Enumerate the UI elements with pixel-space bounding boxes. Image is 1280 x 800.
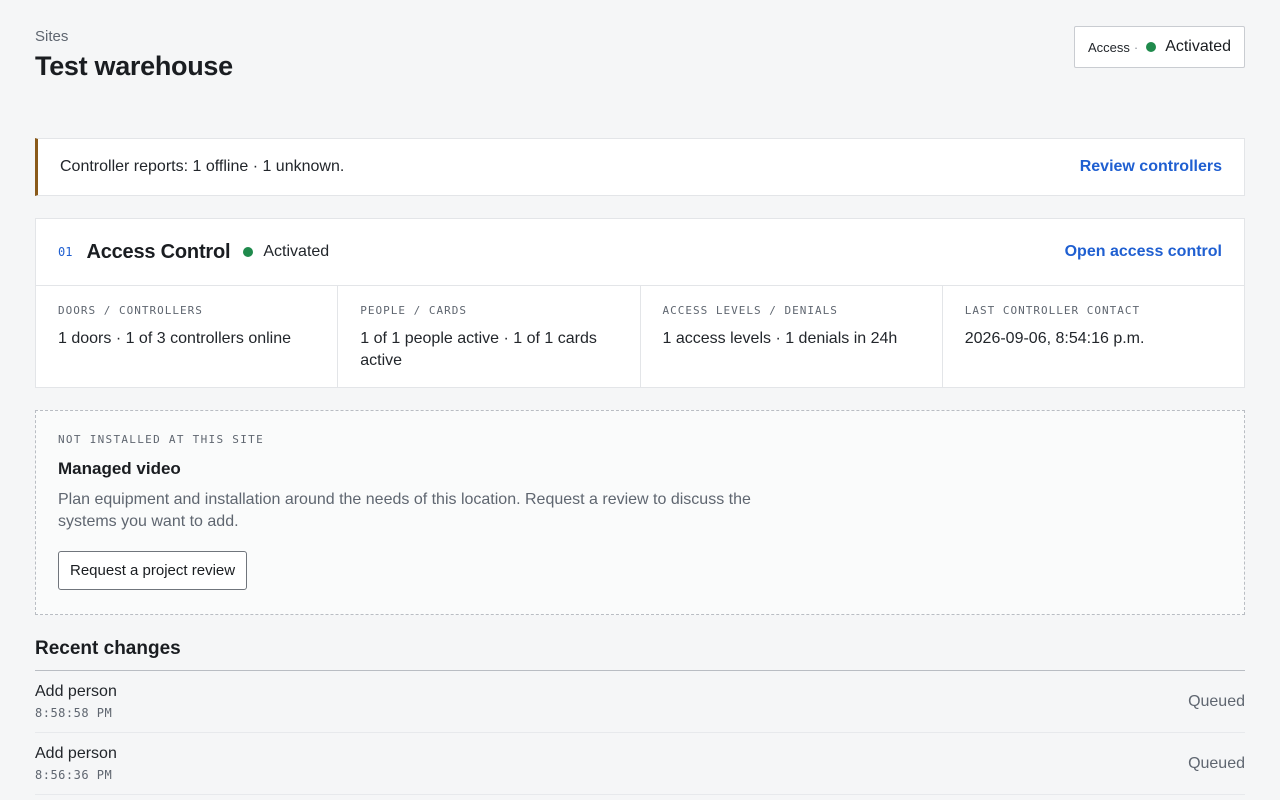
access-badge-status: Activated [1165,38,1231,55]
change-time: 8:58:58 PM [35,706,113,720]
access-badge-separator: · [1133,39,1139,55]
promo-eyebrow: NOT INSTALLED AT THIS SITE [58,433,264,446]
alert-message: Controller reports: 1 offline · 1 unknow… [60,158,345,175]
stat-value: 1 doors · 1 of 3 controllers online [58,330,292,347]
status-dot-icon [1146,42,1157,52]
access-status-badge: Access · Activated [1073,26,1245,68]
page-header: Sites Test warehouse Access · Activated [35,26,1245,88]
list-item[interactable]: Add person 8:58:58 PM Queued [35,671,1245,733]
stat-doors-controllers: DOORS / CONTROLLERS 1 doors · 1 of 3 con… [36,286,339,388]
access-control-title: Access Control [86,240,231,263]
recent-changes-title: Recent changes [35,638,1245,671]
access-control-header: 01 Access Control Activated Open access … [36,219,1244,286]
stat-value: 2026-09-06, 8:54:16 p.m. [964,330,1145,347]
breadcrumb[interactable]: Sites [35,28,1245,45]
access-control-status: Activated [263,243,330,260]
access-badge-label: Access [1087,39,1130,55]
stat-label: DOORS / CONTROLLERS [58,304,203,317]
access-control-card: 01 Access Control Activated Open access … [35,218,1245,388]
access-control-title-group: 01 Access Control Activated [58,241,329,264]
list-item-text: Add person 8:58:58 PM [35,683,117,720]
change-status: Queued [1188,692,1245,710]
stat-value: 1 access levels · 1 denials in 24h [662,330,898,347]
stat-label: ACCESS LEVELS / DENIALS [662,304,838,317]
section-number: 01 [58,245,73,259]
review-controllers-link[interactable]: Review controllers [1080,158,1222,176]
managed-video-card: NOT INSTALLED AT THIS SITE Managed video… [35,410,1245,615]
page-title: Test warehouse [35,51,233,81]
request-project-review-button[interactable]: Request a project review [58,551,248,590]
stat-label: PEOPLE / CARDS [360,304,467,317]
change-name: Add person [35,745,117,762]
stat-people-cards: PEOPLE / CARDS 1 of 1 people active · 1 … [338,286,641,388]
stat-last-controller-contact: LAST CONTROLLER CONTACT 2026-09-06, 8:54… [943,286,1244,388]
change-time: 8:56:36 PM [35,768,113,782]
stat-access-levels-denials: ACCESS LEVELS / DENIALS 1 access levels … [641,286,943,388]
recent-changes-section: Recent changes Add person 8:58:58 PM Que… [35,638,1245,795]
access-control-stats: DOORS / CONTROLLERS 1 doors · 1 of 3 con… [36,286,1244,388]
list-item-text: Add person 8:56:36 PM [35,745,117,782]
promo-description: Plan equipment and installation around t… [58,491,751,530]
change-status: Queued [1188,754,1245,772]
controller-alert: Controller reports: 1 offline · 1 unknow… [35,138,1245,196]
stat-label: LAST CONTROLLER CONTACT [964,304,1141,317]
stat-value: 1 of 1 people active · 1 of 1 cards acti… [360,330,597,369]
change-name: Add person [35,683,117,700]
open-access-control-link[interactable]: Open access control [1065,243,1222,261]
promo-title: Managed video [58,459,181,478]
status-dot-icon [243,247,254,257]
list-item[interactable]: Add person 8:56:36 PM Queued [35,733,1245,795]
